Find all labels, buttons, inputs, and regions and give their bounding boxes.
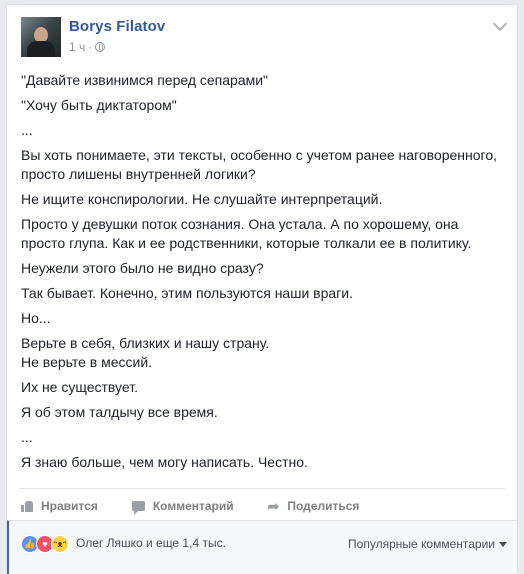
comment-sort-dropdown[interactable]: Популярные комментарии bbox=[348, 537, 507, 551]
like-label: Нравится bbox=[41, 499, 98, 513]
post-paragraph: Я об этом талдычу все время. bbox=[21, 404, 218, 420]
comment-sort-label: Популярные комментарии bbox=[348, 537, 495, 551]
post-paragraph: Вы хоть понимаете, эти тексты, особенно … bbox=[21, 147, 498, 182]
post-paragraph: "Хочу быть диктатором" bbox=[21, 97, 177, 113]
post-card: Borys Filatov 1 ч · "Давайте извинимся п… bbox=[6, 4, 518, 574]
reactions-footer: 👍 ♥ ᵔᴥᵔ Олег Ляшко и еще 1,4 тыс. Популя… bbox=[7, 520, 517, 574]
author-name[interactable]: Borys Filatov bbox=[69, 18, 165, 35]
comment-icon bbox=[131, 501, 145, 515]
divider bbox=[19, 488, 505, 489]
post-meta: 1 ч · bbox=[69, 40, 106, 54]
post-paragraph: Но... bbox=[21, 310, 51, 326]
post-time[interactable]: 1 ч bbox=[69, 40, 85, 54]
action-bar: Нравится Комментарий ➦ Поделиться bbox=[21, 496, 393, 516]
share-label: Поделиться bbox=[287, 499, 360, 513]
reactions-count[interactable]: Олег Ляшко и еще 1,4 тыс. bbox=[76, 536, 226, 550]
caret-down-icon bbox=[499, 541, 507, 547]
post-paragraph: Их не существует. bbox=[21, 379, 138, 395]
post-paragraph: Просто у девушки поток сознания. Она уст… bbox=[21, 216, 472, 251]
post-body: "Давайте извинимся перед сепарами" "Хочу … bbox=[21, 71, 505, 478]
avatar[interactable] bbox=[21, 17, 61, 57]
reaction-icons[interactable]: 👍 ♥ ᵔᴥᵔ bbox=[21, 535, 69, 553]
post-paragraph: "Давайте извинимся перед сепарами" bbox=[21, 72, 269, 88]
haha-reaction-icon: ᵔᴥᵔ bbox=[51, 535, 69, 553]
share-icon: ➦ bbox=[267, 498, 280, 514]
post-paragraph: ... bbox=[21, 429, 33, 445]
avatar-body bbox=[27, 41, 55, 57]
comment-label: Комментарий bbox=[152, 499, 234, 513]
comment-button[interactable]: Комментарий bbox=[131, 496, 234, 516]
meta-separator: · bbox=[88, 40, 93, 54]
chevron-down-icon[interactable] bbox=[492, 16, 508, 32]
post-paragraph: Неужели этого было не видно сразу? bbox=[21, 260, 264, 276]
globe-icon[interactable] bbox=[95, 42, 106, 52]
share-button[interactable]: ➦ Поделиться bbox=[268, 496, 360, 516]
post-paragraph: Не ищите конспирологии. Не слушайте инте… bbox=[21, 191, 383, 207]
like-button[interactable]: Нравится bbox=[21, 496, 98, 516]
post-paragraph: Так бывает. Конечно, этим пользуются наш… bbox=[21, 285, 353, 301]
post-paragraph: ... bbox=[21, 122, 33, 138]
post-paragraph: Верьте в себя, близких и нашу страну. Не… bbox=[21, 335, 270, 370]
like-icon bbox=[21, 500, 33, 512]
post-paragraph: Я знаю больше, чем могу написать. Честно… bbox=[21, 454, 308, 470]
